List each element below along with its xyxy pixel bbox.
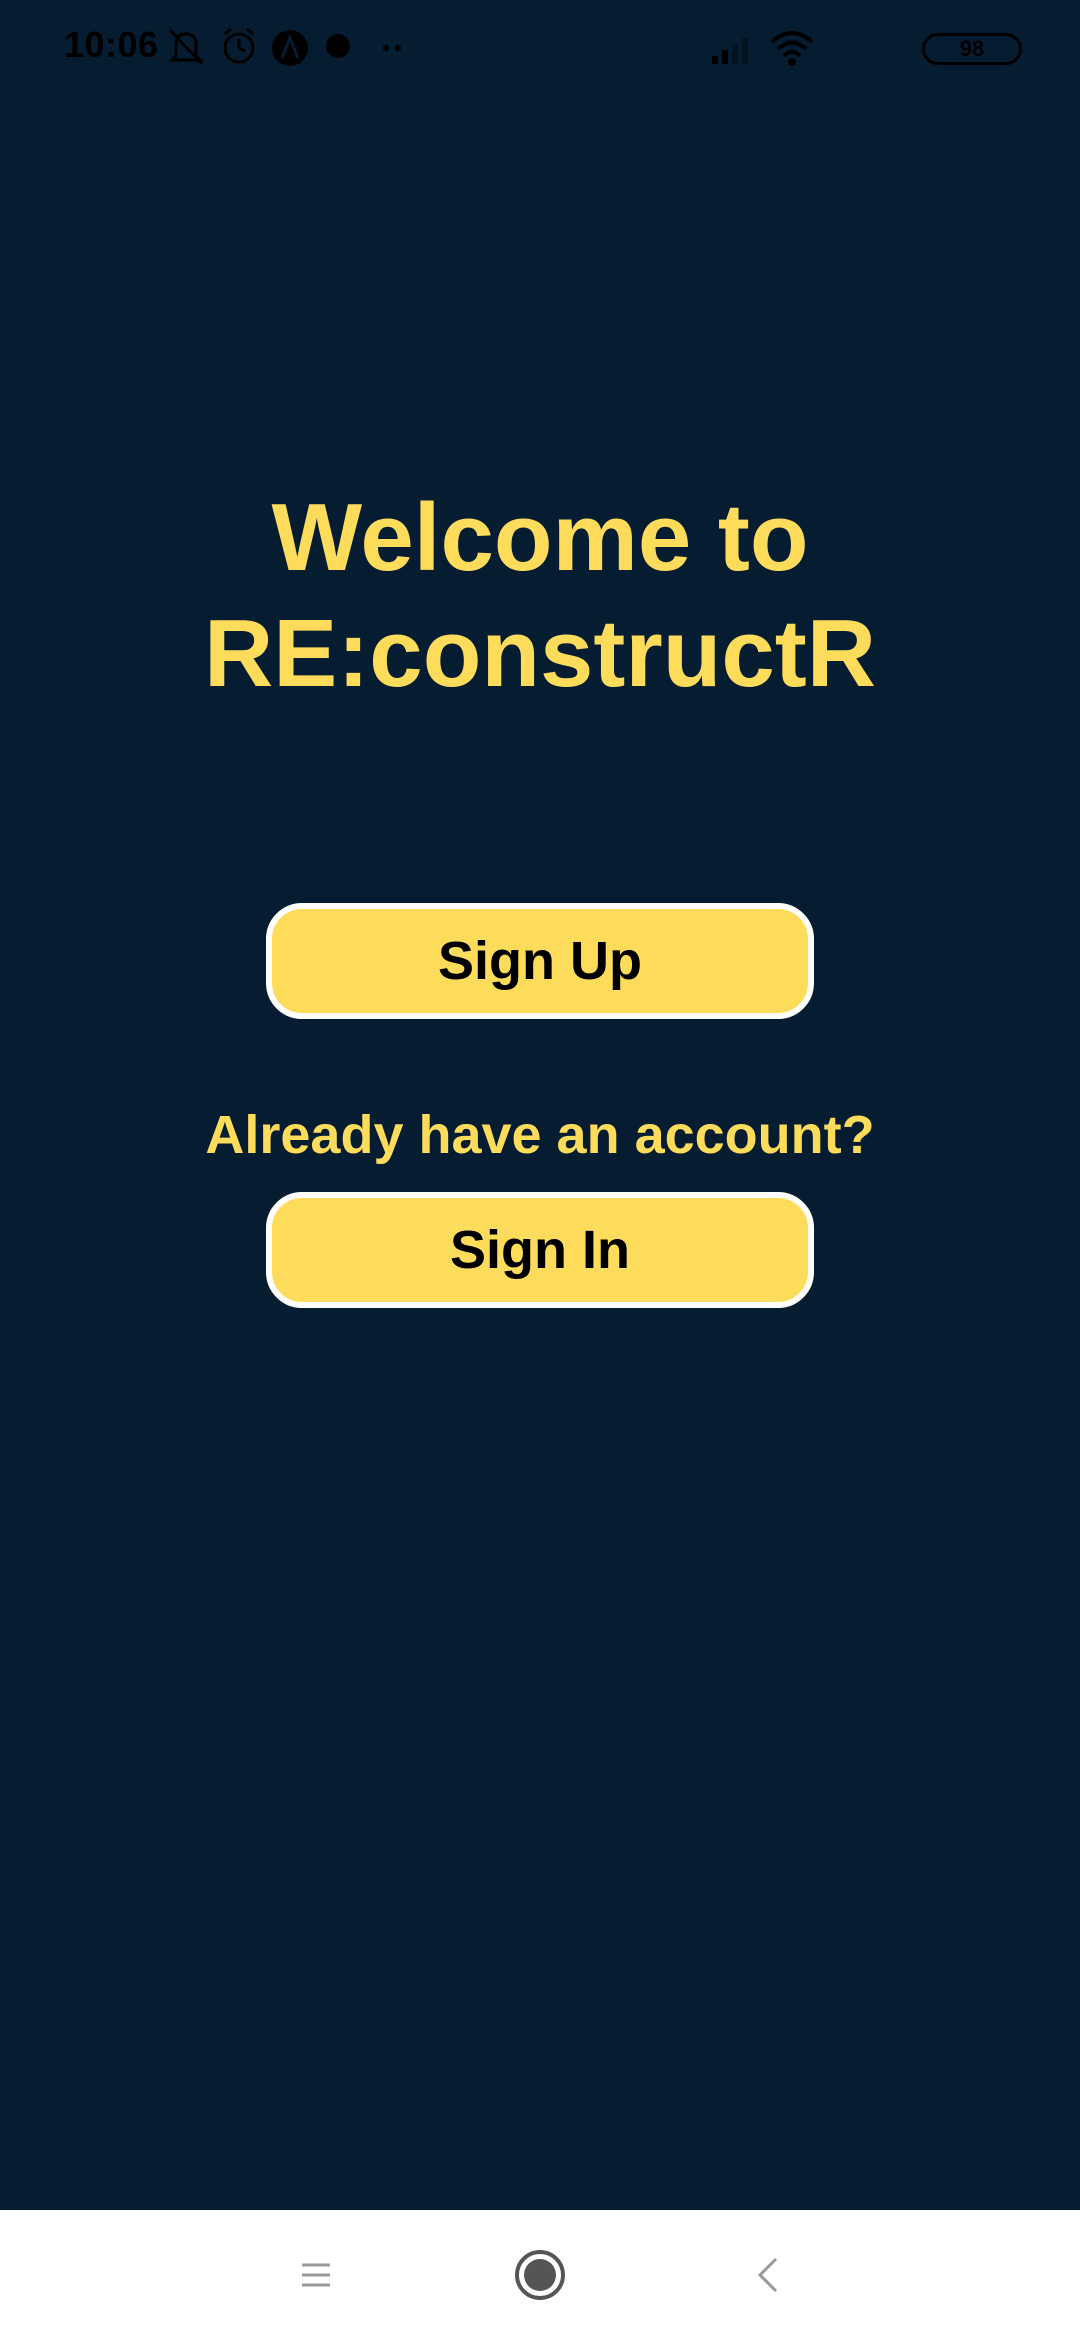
status-icons-left bbox=[168, 27, 401, 66]
signal-icon bbox=[712, 38, 748, 64]
wifi-icon bbox=[770, 31, 814, 66]
app-icon bbox=[272, 30, 308, 66]
status-icons-right bbox=[712, 31, 814, 66]
battery-icon: 98 bbox=[922, 33, 1022, 65]
sign-in-button[interactable]: Sign In bbox=[266, 1192, 814, 1308]
welcome-title-app-name: RE:constructR bbox=[203, 600, 877, 707]
alarm-icon bbox=[223, 27, 255, 64]
sign-up-button[interactable]: Sign Up bbox=[266, 903, 814, 1019]
status-bar: 10:06 98 bbox=[0, 0, 1080, 96]
already-have-account-text: Already have an account? bbox=[205, 1105, 875, 1165]
more-icon bbox=[383, 45, 401, 51]
menu-icon bbox=[302, 2263, 330, 2287]
welcome-title: Welcome to RE:constructR bbox=[0, 480, 1080, 712]
mute-icon bbox=[168, 28, 204, 66]
navigation-bar bbox=[0, 2210, 1080, 2340]
nav-menu-button[interactable] bbox=[246, 2210, 386, 2340]
back-icon bbox=[757, 2257, 778, 2293]
dot-icon bbox=[326, 34, 350, 58]
welcome-title-line1: Welcome to bbox=[271, 484, 809, 591]
nav-back-button[interactable] bbox=[698, 2210, 838, 2340]
app-screen: 10:06 98 Welcome to RE:constructR Sign U… bbox=[0, 0, 1080, 2340]
nav-home-button[interactable] bbox=[470, 2210, 610, 2340]
home-icon bbox=[515, 2250, 565, 2300]
status-time: 10:06 bbox=[64, 24, 159, 65]
